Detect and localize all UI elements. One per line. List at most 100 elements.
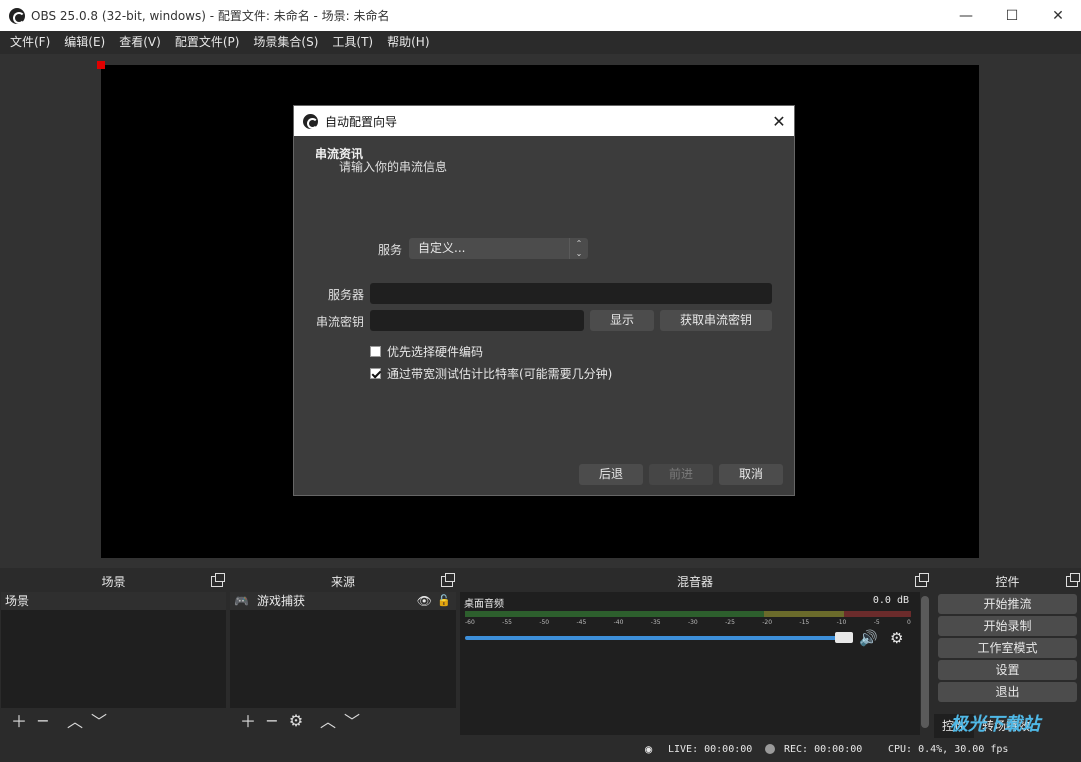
- gear-icon[interactable]: ⚙: [890, 629, 903, 647]
- studio-mode-button[interactable]: 工作室模式: [938, 638, 1077, 658]
- scenes-dock: 场景 场景 ＋ − ︿ ﹀: [1, 572, 226, 736]
- menu-help[interactable]: 帮助(H): [380, 31, 436, 54]
- add-icon[interactable]: ＋: [7, 708, 31, 732]
- gear-icon[interactable]: ⚙: [284, 708, 308, 732]
- server-input[interactable]: [370, 283, 772, 304]
- meter-tick-label: -45: [576, 619, 587, 626]
- status-bar: ◉ LIVE: 00:00:00 REC: 00:00:00 CPU: 0.4%…: [0, 738, 1081, 762]
- mixer-dock-header: 混音器: [460, 572, 930, 592]
- undock-icon[interactable]: [915, 573, 929, 587]
- meter-tick-label: -55: [502, 619, 512, 626]
- scene-item[interactable]: 场景: [1, 592, 226, 610]
- menu-file[interactable]: 文件(F): [3, 31, 57, 54]
- scenes-dock-title: 场景: [101, 575, 126, 589]
- undock-icon[interactable]: [1066, 573, 1080, 587]
- minimize-button[interactable]: —: [943, 0, 989, 31]
- server-label: 服务器: [327, 288, 364, 302]
- meter-tick-label: -50: [539, 619, 550, 626]
- exit-button[interactable]: 退出: [938, 682, 1077, 702]
- stream-key-label: 串流密钥: [315, 315, 364, 329]
- menu-profile[interactable]: 配置文件(P): [168, 31, 247, 54]
- volume-slider-handle[interactable]: [835, 632, 853, 643]
- remove-icon[interactable]: −: [31, 708, 55, 732]
- service-value: 自定义...: [418, 241, 466, 255]
- maximize-button[interactable]: ☐: [989, 0, 1035, 31]
- dialog-body: 串流资讯 请输入你的串流信息 服务 自定义... ⌃ ⌄ 服务器 串流密钥 显示 …: [294, 136, 794, 495]
- meter-tick-label: -40: [613, 619, 624, 626]
- menu-scene-collection[interactable]: 场景集合(S): [246, 31, 325, 54]
- mixer-dock-title: 混音器: [676, 575, 713, 589]
- meter-tick-label: -35: [650, 619, 661, 626]
- remove-icon[interactable]: −: [260, 708, 284, 732]
- menu-bar: 文件(F) 编辑(E) 查看(V) 配置文件(P) 场景集合(S) 工具(T) …: [0, 31, 1081, 54]
- cancel-button[interactable]: 取消: [719, 464, 783, 485]
- move-up-icon[interactable]: ︿: [63, 708, 87, 732]
- meter-tick-label: -15: [799, 619, 810, 626]
- get-stream-key-button[interactable]: 获取串流密钥: [660, 310, 772, 331]
- lock-icon[interactable]: 🔓: [437, 592, 451, 610]
- controls-dock-header: 控件: [934, 572, 1081, 592]
- scenes-dock-header: 场景: [1, 572, 226, 592]
- source-item-label: 游戏捕获: [257, 594, 306, 608]
- sources-dock: 来源 🎮 游戏捕获 👁 🔓 ＋ − ⚙ ︿ ﹀: [230, 572, 456, 736]
- mixer-channel: 桌面音频 0.0 dB -60 -55 -50 -45 -40 -35 -30 -25 -20-…: [460, 592, 930, 735]
- meter-tick-label: -5: [873, 619, 880, 626]
- bandwidth-test-option[interactable]: 通过带宽测试估计比特率(可能需要几分钟): [370, 365, 612, 382]
- eye-icon[interactable]: 👁: [417, 592, 432, 610]
- cpu-fps: CPU: 0.4%, 30.00 fps: [888, 744, 1009, 755]
- next-button[interactable]: 前进: [649, 464, 713, 485]
- obs-logo-icon: [303, 113, 318, 129]
- preview-resize-handle[interactable]: [97, 61, 105, 69]
- live-timer: LIVE: 00:00:00: [668, 744, 753, 755]
- move-down-icon[interactable]: ﹀: [340, 708, 364, 732]
- sources-dock-title: 来源: [330, 575, 355, 589]
- settings-button[interactable]: 设置: [938, 660, 1077, 680]
- stream-key-input[interactable]: [370, 310, 584, 331]
- source-item[interactable]: 🎮 游戏捕获 👁 🔓: [230, 592, 456, 610]
- scrollbar-thumb[interactable]: [921, 596, 929, 728]
- start-streaming-button[interactable]: 开始推流: [938, 594, 1077, 614]
- start-recording-button[interactable]: 开始录制: [938, 616, 1077, 636]
- scenes-list: 场景: [1, 592, 226, 708]
- dialog-close-button[interactable]: ✕: [764, 106, 794, 136]
- obs-logo-icon: [9, 7, 25, 24]
- undock-icon[interactable]: [441, 573, 455, 587]
- undock-icon[interactable]: [211, 573, 225, 587]
- meter-scale: -60 -55 -50 -45 -40 -35 -30 -25 -20 -15 -10 -5 0: [465, 619, 911, 627]
- speaker-icon[interactable]: 🔊: [859, 629, 878, 647]
- menu-tools[interactable]: 工具(T): [325, 31, 380, 54]
- back-button[interactable]: 后退: [579, 464, 643, 485]
- bandwidth-test-checkbox[interactable]: [370, 368, 381, 379]
- bandwidth-test-label: 通过带宽测试估计比特率(可能需要几分钟): [387, 367, 613, 381]
- watermark-logo: 极光下载站: [950, 714, 1040, 735]
- meter-tick-label: -10: [836, 619, 847, 626]
- menu-edit[interactable]: 编辑(E): [57, 31, 112, 54]
- broadcast-icon: ◉: [645, 742, 653, 756]
- mixer-dock: 混音器 桌面音频 0.0 dB -60 -55 -50 -45 -40 -35 -30 -25…: [460, 572, 930, 736]
- scenes-toolbar: ＋ − ︿ ﹀: [1, 708, 226, 732]
- menu-view[interactable]: 查看(V): [112, 31, 168, 54]
- service-select[interactable]: 自定义... ⌃ ⌄: [409, 238, 588, 259]
- show-key-button[interactable]: 显示: [590, 310, 654, 331]
- dialog-title-bar: 自动配置向导 ✕: [294, 106, 794, 136]
- updown-arrow-icon: ⌃ ⌄: [569, 238, 588, 259]
- hw-encode-checkbox[interactable]: [370, 346, 381, 357]
- close-button[interactable]: ✕: [1035, 0, 1081, 31]
- dialog-title: 自动配置向导: [325, 114, 398, 129]
- meter-tick-label: -25: [725, 619, 735, 626]
- dock-area: 场景 场景 ＋ − ︿ ﹀ 来源 🎮 游戏捕获 👁 🔓 ＋ − ⚙ ︿ ﹀ 混音…: [0, 568, 1081, 738]
- meter-tick-label: 0: [907, 619, 911, 626]
- service-label: 服务: [377, 243, 402, 257]
- window-title: OBS 25.0.8 (32-bit, windows) - 配置文件: 未命名…: [31, 9, 390, 23]
- move-down-icon[interactable]: ﹀: [87, 708, 111, 732]
- volume-slider[interactable]: [465, 636, 849, 640]
- add-icon[interactable]: ＋: [236, 708, 260, 732]
- mixer-scrollbar[interactable]: [920, 592, 930, 735]
- hw-encode-label: 优先选择硬件编码: [387, 345, 484, 359]
- sources-list: 🎮 游戏捕获 👁 🔓: [230, 592, 456, 708]
- channel-name: 桌面音频: [464, 599, 504, 610]
- hw-encode-option[interactable]: 优先选择硬件编码: [370, 343, 483, 360]
- rec-timer: REC: 00:00:00: [784, 744, 863, 755]
- meter-tick-label: -20: [762, 619, 773, 626]
- move-up-icon[interactable]: ︿: [316, 708, 340, 732]
